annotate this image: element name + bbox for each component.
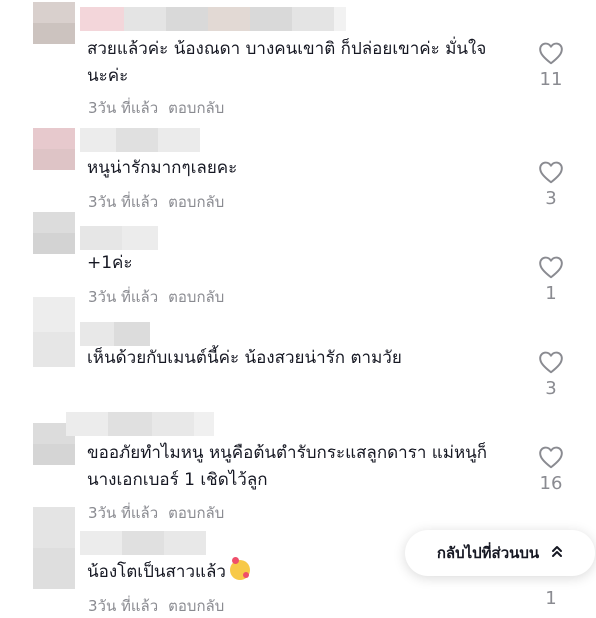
comment-time: 3วัน ที่แล้ว bbox=[88, 193, 159, 211]
reply-button[interactable]: ตอบกลับ bbox=[168, 597, 224, 615]
like-button[interactable]: 16 bbox=[532, 445, 570, 494]
comment-time: 3วัน ที่แล้ว bbox=[88, 288, 159, 306]
avatar[interactable] bbox=[33, 507, 75, 589]
reply-button[interactable]: ตอบกลับ bbox=[168, 193, 224, 211]
heart-outline-icon bbox=[539, 256, 563, 279]
comment-time: 3วัน ที่แล้ว bbox=[88, 99, 159, 117]
comment-text: สวยแล้วค่ะ น้องณดา บางคนเขาติ ก็ปล่อยเขา… bbox=[87, 39, 487, 86]
like-button[interactable]: 3 bbox=[532, 350, 570, 399]
comment-text: หนูน่ารักมากๆเลยคะ bbox=[87, 158, 238, 178]
comment-text: +1ค่ะ bbox=[87, 253, 133, 273]
username-blurred[interactable] bbox=[80, 531, 206, 555]
heart-outline-icon bbox=[539, 446, 563, 469]
heart-outline-icon bbox=[539, 351, 563, 374]
reply-button[interactable]: ตอบกลับ bbox=[168, 288, 224, 306]
like-count: 1 bbox=[545, 283, 557, 304]
avatar[interactable] bbox=[33, 128, 75, 170]
back-to-top-button[interactable]: กลับไปที่ส่วนบน bbox=[405, 530, 595, 576]
heart-outline-icon bbox=[539, 161, 563, 184]
username-blurred[interactable] bbox=[80, 128, 200, 152]
comment-time: 3วัน ที่แล้ว bbox=[88, 504, 159, 522]
username-blurred[interactable] bbox=[80, 322, 150, 346]
comment-meta: 3วัน ที่แล้ว ตอบกลับ bbox=[88, 190, 224, 214]
like-button[interactable]: 11 bbox=[532, 41, 570, 90]
like-button[interactable]: 3 bbox=[532, 160, 570, 209]
back-to-top-label: กลับไปที่ส่วนบน bbox=[436, 544, 540, 562]
comment-meta: 3วัน ที่แล้ว ตอบกลับ bbox=[88, 96, 224, 120]
comment-text: ขออภัยทำไมหนู หนูคือต้นตำรับกระแสลูกดารา… bbox=[87, 443, 488, 490]
avatar[interactable] bbox=[33, 297, 75, 367]
comment-time: 3วัน ที่แล้ว bbox=[88, 597, 159, 615]
like-count: 1 bbox=[545, 588, 557, 609]
username-blurred[interactable] bbox=[66, 412, 214, 436]
comment-text: เห็นด้วยกับเมนต์นี้ค่ะ น้องสวยน่ารัก ตาม… bbox=[87, 348, 402, 368]
comment-meta: 3วัน ที่แล้ว ตอบกลับ bbox=[88, 501, 224, 525]
like-count: 3 bbox=[545, 188, 557, 209]
comment-text-content: น้องโตเป็นสาวแล้ว bbox=[87, 562, 226, 582]
comment-meta: 3วัน ที่แล้ว ตอบกลับ bbox=[88, 594, 224, 618]
avatar[interactable] bbox=[33, 2, 75, 44]
reply-button[interactable]: ตอบกลับ bbox=[168, 504, 224, 522]
reply-button[interactable]: ตอบกลับ bbox=[168, 99, 224, 117]
chevrons-up-icon bbox=[551, 544, 563, 562]
like-count: 16 bbox=[539, 473, 563, 494]
smiling-face-with-hearts-emoji bbox=[229, 557, 250, 580]
username-blurred[interactable] bbox=[80, 226, 158, 250]
like-button[interactable]: 1 bbox=[532, 255, 570, 304]
username-blurred[interactable] bbox=[80, 7, 346, 31]
like-count: 3 bbox=[545, 378, 557, 399]
avatar[interactable] bbox=[33, 212, 75, 254]
comment-meta: 3วัน ที่แล้ว ตอบกลับ bbox=[88, 285, 224, 309]
heart-outline-icon bbox=[539, 42, 563, 65]
like-count: 11 bbox=[539, 69, 563, 90]
